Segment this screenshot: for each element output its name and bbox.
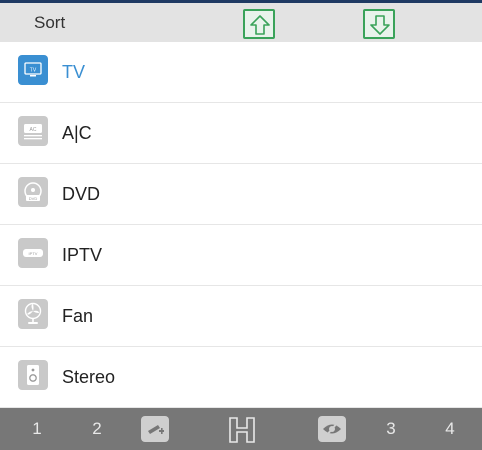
device-row-stereo[interactable]: Stereo xyxy=(0,347,482,408)
sort-header: Sort xyxy=(0,3,482,42)
device-row-iptv[interactable]: IPTV IPTV xyxy=(0,225,482,286)
page-title: Sort xyxy=(34,13,66,32)
bottom-bar: 1 2 3 4 xyxy=(0,408,482,450)
fan-icon xyxy=(18,299,48,329)
svg-text:TV: TV xyxy=(30,68,37,74)
device-row-dvd[interactable]: DVD DVD xyxy=(0,164,482,225)
device-row-ac[interactable]: AC A|C xyxy=(0,103,482,164)
arrow-up-icon xyxy=(250,15,270,35)
move-up-button[interactable] xyxy=(243,9,275,39)
bottom-button-1[interactable]: 1 xyxy=(26,408,48,450)
bottom-button-4[interactable]: 4 xyxy=(439,408,461,450)
device-label: A|C xyxy=(62,123,92,143)
h-frame-icon[interactable] xyxy=(222,415,262,445)
tv-icon: TV xyxy=(18,55,48,85)
move-down-button[interactable] xyxy=(363,9,395,39)
bottom-button-2[interactable]: 2 xyxy=(86,408,108,450)
iptv-icon: IPTV xyxy=(18,238,48,268)
speaker-icon xyxy=(18,360,48,390)
device-label: DVD xyxy=(62,184,101,204)
svg-text:IPTV: IPTV xyxy=(29,251,38,256)
bottom-button-3[interactable]: 3 xyxy=(380,408,402,450)
camera-icon[interactable] xyxy=(141,416,169,442)
dvd-icon: DVD xyxy=(18,177,48,207)
device-label: TV xyxy=(62,62,86,82)
svg-text:DVD: DVD xyxy=(29,196,38,201)
device-row-fan[interactable]: Fan xyxy=(0,286,482,347)
device-row-tv[interactable]: TV TV xyxy=(0,42,482,103)
device-label: Fan xyxy=(62,306,94,326)
device-label: Stereo xyxy=(62,367,116,387)
eye-slash-icon[interactable] xyxy=(318,416,346,442)
ac-icon: AC xyxy=(18,116,48,146)
device-label: IPTV xyxy=(62,245,103,265)
device-list: TV TV AC A|C DVD DVD IPTV IPTV Fan Stere… xyxy=(0,42,482,408)
svg-text:AC: AC xyxy=(30,127,37,133)
arrow-down-icon xyxy=(370,15,390,35)
